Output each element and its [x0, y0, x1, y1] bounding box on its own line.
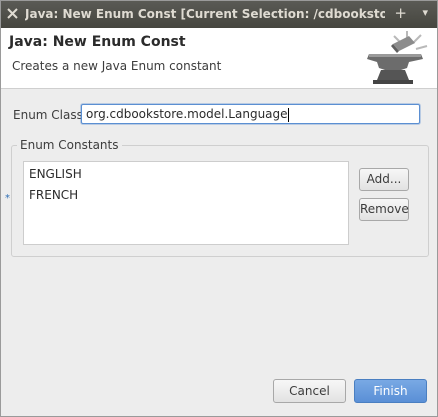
add-icon[interactable]: + [394, 6, 407, 21]
enum-class-label-text: Enum Class: [13, 108, 87, 122]
text-caret [287, 107, 289, 122]
page-description: Creates a new Java Enum constant [12, 59, 222, 73]
remove-button[interactable]: Remove [359, 198, 409, 221]
list-item[interactable]: FRENCH [29, 188, 78, 202]
title-bar[interactable]: Java: New Enum Const [Current Selection:… [1, 1, 437, 28]
enum-class-value: org.cdbookstore.model.Language [86, 107, 288, 121]
dialog-window: Java: New Enum Const [Current Selection:… [0, 0, 438, 417]
cancel-button[interactable]: Cancel [273, 379, 346, 403]
add-button[interactable]: Add... [359, 168, 409, 191]
enum-constants-list[interactable]: ENGLISH FRENCH [23, 161, 349, 245]
enum-constants-legend: Enum Constants [17, 138, 122, 152]
finish-button[interactable]: Finish [354, 379, 427, 403]
page-title: Java: New Enum Const [9, 34, 186, 50]
wizard-header: Java: New Enum Const Creates a new Java … [1, 28, 437, 89]
enum-class-field[interactable]: org.cdbookstore.model.Language [81, 104, 420, 124]
list-item[interactable]: ENGLISH [29, 167, 82, 181]
chevron-down-icon[interactable]: ▾ [422, 5, 428, 20]
close-icon[interactable] [6, 7, 19, 20]
window-title: Java: New Enum Const [Current Selection:… [25, 7, 385, 21]
anvil-icon [367, 31, 428, 84]
required-marker-constants: * [5, 193, 10, 204]
